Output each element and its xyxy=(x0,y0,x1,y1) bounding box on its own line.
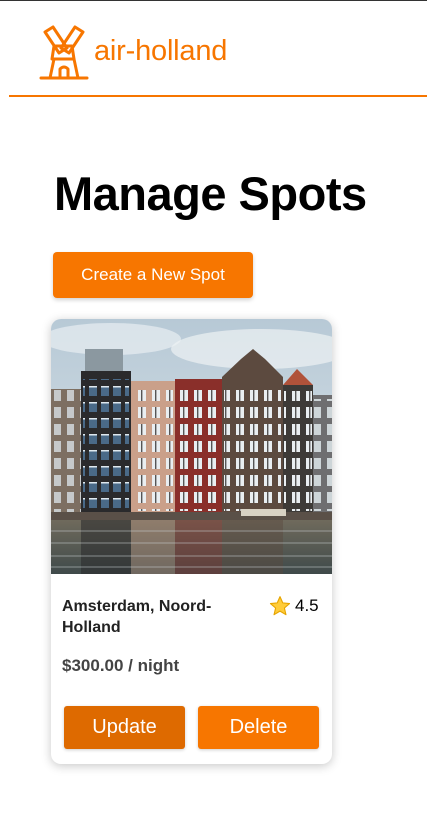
spot-price: $300.00 / night xyxy=(62,656,180,675)
windmill-icon xyxy=(39,25,89,80)
spot-location: Amsterdam, Noord-Holland xyxy=(62,598,212,636)
spot-rating: 4.5 xyxy=(269,595,319,617)
spot-image[interactable] xyxy=(51,319,332,574)
home-logo-link[interactable]: air-holland xyxy=(38,24,227,82)
star-icon xyxy=(269,596,291,616)
brand-name: air-holland xyxy=(94,34,228,67)
header-divider xyxy=(9,95,427,97)
create-spot-button[interactable]: Create a New Spot xyxy=(53,252,253,298)
spot-card[interactable]: Amsterdam, Noord-Holland 4.5 $300.00 / n… xyxy=(51,319,332,764)
rating-value: 4.5 xyxy=(295,596,319,615)
delete-button[interactable]: Delete xyxy=(198,706,319,749)
site-header: air-holland xyxy=(0,0,427,98)
page-title: Manage Spots xyxy=(54,167,367,220)
update-button[interactable]: Update xyxy=(64,706,185,749)
